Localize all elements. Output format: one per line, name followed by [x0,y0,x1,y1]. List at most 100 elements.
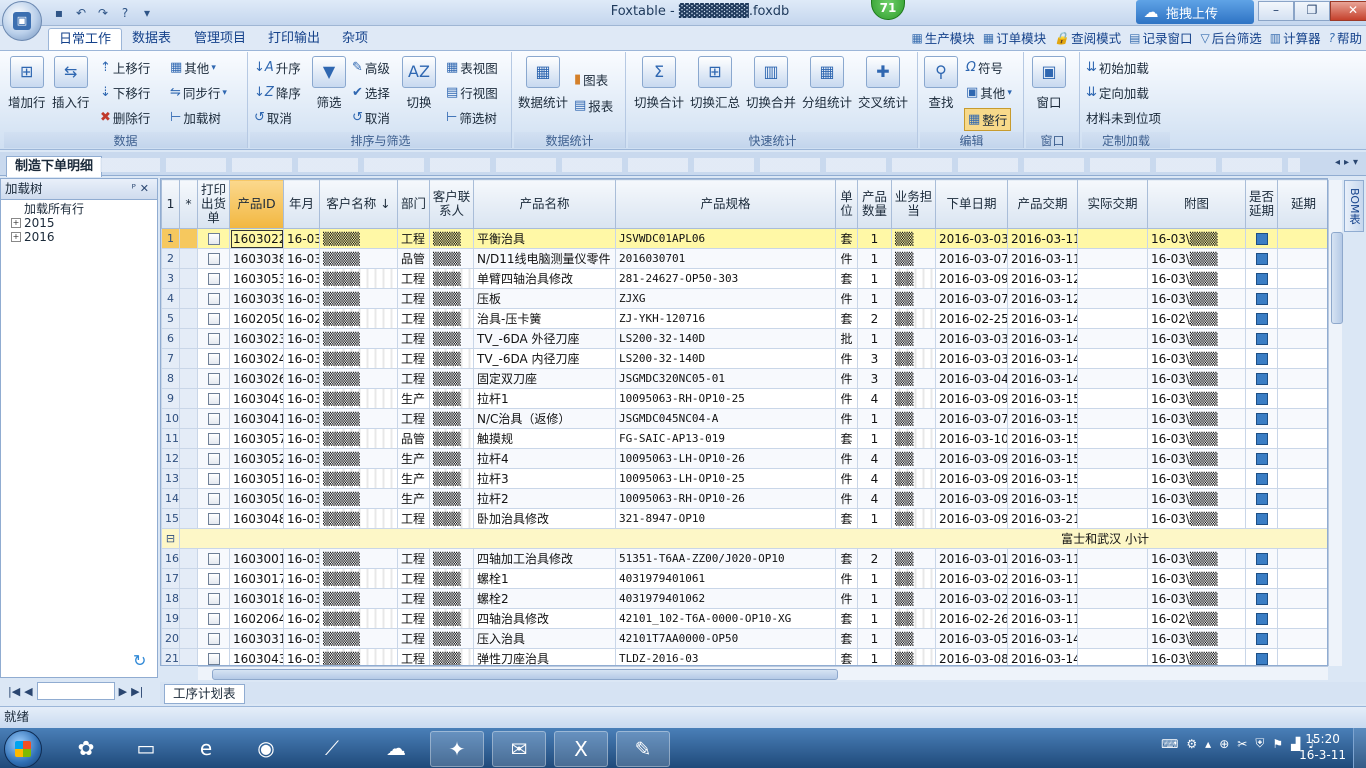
sales-owner-cell-redacted[interactable]: ▒▒ [891,308,936,329]
table-row[interactable]: 16 1603001 16-03 ▒▒▒▒ 工程 ▒▒▒ 四轴加工治具修改 51351-T6A… [161,548,1327,569]
row-number[interactable]: 11 [161,428,180,449]
attachment-cell[interactable]: 16-03\▒▒▒ [1147,448,1246,469]
due-date-cell[interactable]: 2016-03-15 [1007,448,1078,469]
attachment-cell[interactable]: 16-03\▒▒▒ [1147,568,1246,589]
system-clock[interactable]: 15:20 16-3-11 [1299,731,1346,763]
table-row[interactable]: 15 1603048 16-03 ▒▒▒▒ 工程 ▒▒▒ 卧加治具修改 321-8947-OP… [161,508,1327,529]
save-icon[interactable]: ▪ [50,5,68,21]
row-selector[interactable] [179,388,198,409]
header-row-number[interactable]: 1 [161,179,180,229]
print-shipping-checkbox[interactable] [207,613,220,625]
actual-delivery-cell[interactable] [1077,648,1148,665]
due-date-cell[interactable]: 2016-03-21 [1007,508,1078,529]
delay-cell[interactable] [1277,548,1327,569]
product-id-cell[interactable]: 1603022 [229,228,284,249]
customer-name-cell-redacted[interactable]: ▒▒▒▒ [319,368,398,389]
product-name-cell[interactable]: 螺栓1 [473,568,616,589]
order-date-cell[interactable]: 2016-03-09 [935,468,1008,489]
row-selector[interactable] [179,268,198,289]
row-number[interactable]: 1 [161,228,180,249]
print-shipping-checkbox[interactable] [207,233,220,245]
print-shipping-cell[interactable] [197,588,230,609]
insert-row-button[interactable]: ⇆ 插入行 [52,56,90,111]
attachment-cell[interactable]: 16-03\▒▒▒ [1147,648,1246,665]
product-spec-cell[interactable]: 10095063-LH-OP10-25 [615,468,836,489]
is-delayed-cell[interactable] [1245,448,1278,469]
department-cell[interactable]: 生产 [397,488,430,509]
table-row[interactable]: 4 1603039 16-03 ▒▒▒▒ 工程 ▒▒▒ 压板 ZJXG 件 1 ▒▒ 2016-03-… [161,288,1327,309]
unit-cell[interactable]: 件 [835,288,858,309]
file-explorer-icon[interactable]: ▭ [120,731,172,765]
product-id-cell[interactable]: 1603049 [229,388,284,409]
delay-cell[interactable] [1277,628,1327,649]
drag-upload-button[interactable]: ☁ 拖拽上传 [1136,0,1254,24]
order-date-cell[interactable]: 2016-03-08 [935,648,1008,665]
year-month-cell[interactable]: 16-03 [283,468,320,489]
keyboard-icon[interactable]: ⌨ [1161,737,1178,751]
sales-owner-cell-redacted[interactable]: ▒▒ [891,488,936,509]
initial-load-button[interactable]: ⇊ 初始加载 [1086,58,1149,77]
actual-delivery-cell[interactable] [1077,608,1148,629]
undo-icon[interactable]: ↶ [72,5,90,21]
header-due-date[interactable]: 产品交期 [1007,179,1078,229]
print-shipping-cell[interactable] [197,568,230,589]
contact-cell-redacted[interactable]: ▒▒▒ [429,468,474,489]
chart-button[interactable]: ▮ 图表 [574,70,608,89]
customer-name-cell-redacted[interactable]: ▒▒▒▒ [319,388,398,409]
tab-manage-project[interactable]: 管理项目 [184,28,256,50]
attachment-cell[interactable]: 16-03\▒▒▒ [1147,348,1246,369]
year-month-cell[interactable]: 16-03 [283,268,320,289]
delay-cell[interactable] [1277,488,1327,509]
row-selector[interactable] [179,368,198,389]
product-name-cell[interactable]: 压板 [473,288,616,309]
row-selector[interactable] [179,488,198,509]
delay-cell[interactable] [1277,468,1327,489]
order-module-link[interactable]: ▦ 订单模块 [983,28,1046,47]
contact-cell-redacted[interactable]: ▒▒▒ [429,248,474,269]
table-row[interactable]: 14 1603050 16-03 ▒▒▒▒ 生产 ▒▒▒ 拉杆2 10095063-RH-OP… [161,488,1327,509]
product-name-cell[interactable]: N/C治具（返修） [473,408,616,429]
department-cell[interactable]: 工程 [397,508,430,529]
start-button[interactable] [4,730,42,768]
year-month-cell[interactable]: 16-03 [283,568,320,589]
attachment-cell[interactable]: 16-03\▒▒▒ [1147,408,1246,429]
product-id-cell[interactable]: 1603031 [229,628,284,649]
quantity-cell[interactable]: 1 [857,588,892,609]
is-delayed-cell[interactable] [1245,468,1278,489]
sales-owner-cell-redacted[interactable]: ▒▒ [891,608,936,629]
record-position-input[interactable] [36,682,115,700]
product-id-cell[interactable]: 1603052 [229,448,284,469]
department-cell[interactable]: 工程 [397,628,430,649]
row-number[interactable]: 10 [161,408,180,429]
due-date-cell[interactable]: 2016-03-11 [1007,608,1078,629]
quantity-cell[interactable]: 1 [857,628,892,649]
unit-cell[interactable]: 套 [835,508,858,529]
print-shipping-checkbox[interactable] [207,653,220,665]
last-record-icon[interactable]: ▶| [131,685,143,698]
contact-cell-redacted[interactable]: ▒▒▒ [429,628,474,649]
department-cell[interactable]: 工程 [397,548,430,569]
order-date-cell[interactable]: 2016-03-07 [935,248,1008,269]
actual-delivery-cell[interactable] [1077,488,1148,509]
production-module-link[interactable]: ▦ 生产模块 [911,28,974,47]
product-spec-cell[interactable]: 51351-T6AA-ZZ00/J020-OP10 [615,548,836,569]
delay-cell[interactable] [1277,248,1327,269]
table-row[interactable]: 3 1603053 16-03 ▒▒▒▒ 工程 ▒▒▒ 单臂四轴治具修改 281-24627-… [161,268,1327,289]
help-icon[interactable]: ? [116,5,134,21]
row-number[interactable]: 18 [161,588,180,609]
attachment-cell[interactable]: 16-03\▒▒▒ [1147,388,1246,409]
order-date-cell[interactable]: 2016-02-25 [935,308,1008,329]
is-delayed-cell[interactable] [1245,248,1278,269]
attachment-cell[interactable]: 16-03\▒▒▒ [1147,328,1246,349]
due-date-cell[interactable]: 2016-03-11 [1007,568,1078,589]
is-delayed-cell[interactable] [1245,588,1278,609]
department-cell[interactable]: 品管 [397,248,430,269]
maximize-button[interactable]: ❐ [1294,1,1330,21]
customer-name-cell-redacted[interactable]: ▒▒▒▒ [319,568,398,589]
contact-cell-redacted[interactable]: ▒▒▒ [429,268,474,289]
sales-owner-cell-redacted[interactable]: ▒▒ [891,248,936,269]
row-view-button[interactable]: ▤ 行视图 [446,83,498,102]
product-spec-cell[interactable]: 281-24627-OP50-303 [615,268,836,289]
quantity-cell[interactable]: 1 [857,328,892,349]
first-record-icon[interactable]: |◀ [8,685,20,698]
